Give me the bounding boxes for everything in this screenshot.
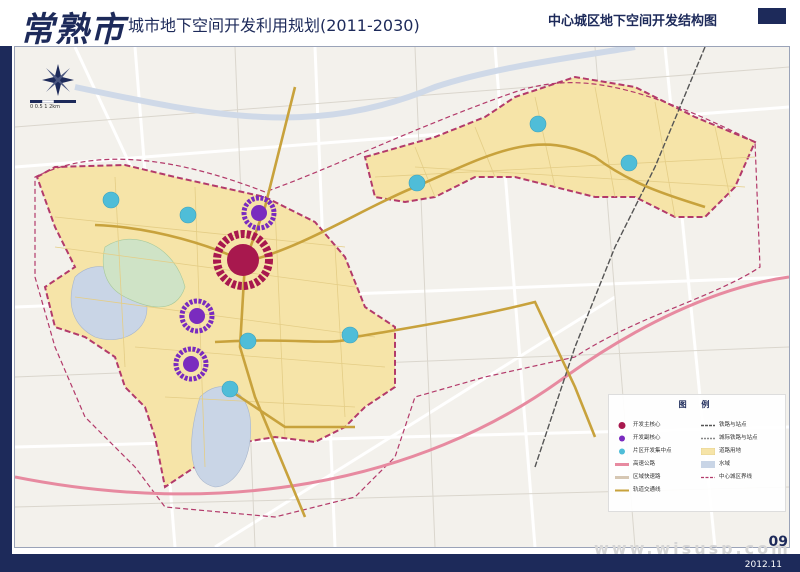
sub-core-icon [619,435,625,442]
scale-label: 0 0.5 1 2km [30,104,61,110]
page-title: 城市地下空间开发利用规划(2011-2030) [128,16,420,35]
district-point-marker [529,115,547,133]
legend-title: 图 例 [678,400,716,409]
main-core-icon [618,422,626,429]
water-swatch-icon [701,461,715,468]
expressroad-line-icon [615,476,629,479]
metro-line-icon [615,489,629,492]
header: 常熟市 城市地下空间开发利用规划(2011-2030) 中心城区地下空间开发结构… [0,0,800,50]
district-point-marker [102,191,120,209]
railway-line-icon [701,424,715,427]
expressway-line-icon [615,463,629,466]
district-point-marker [620,154,638,172]
map-subtitle: 中心城区地下空间开发结构图 [548,14,718,29]
north-arrow-icon [42,64,74,96]
road-land-swatch-icon [701,448,715,455]
left-accent-strip [0,0,12,572]
district-point-marker [408,174,426,192]
district-point-marker [239,332,257,350]
scale-bar [30,100,76,103]
boundary-line-icon [701,476,715,479]
corner-bar [758,8,786,24]
district-point-marker [341,326,359,344]
footer-date: 2012.11 [744,560,782,570]
district-point-marker [179,206,197,224]
footer-bar: 2012.11 [0,554,800,572]
lake-south [191,386,252,488]
intercity-railway-line-icon [701,437,715,440]
page-number: 09 [768,534,788,550]
city-brand-logo: 常熟市 [20,10,125,50]
district-point-marker [221,380,239,398]
map-legend: 图 例 开发主核心 开发副核心 片区开发集中点 高速公路 区域快速路 轨道交通线… [608,394,786,512]
district-point-icon [619,448,625,455]
